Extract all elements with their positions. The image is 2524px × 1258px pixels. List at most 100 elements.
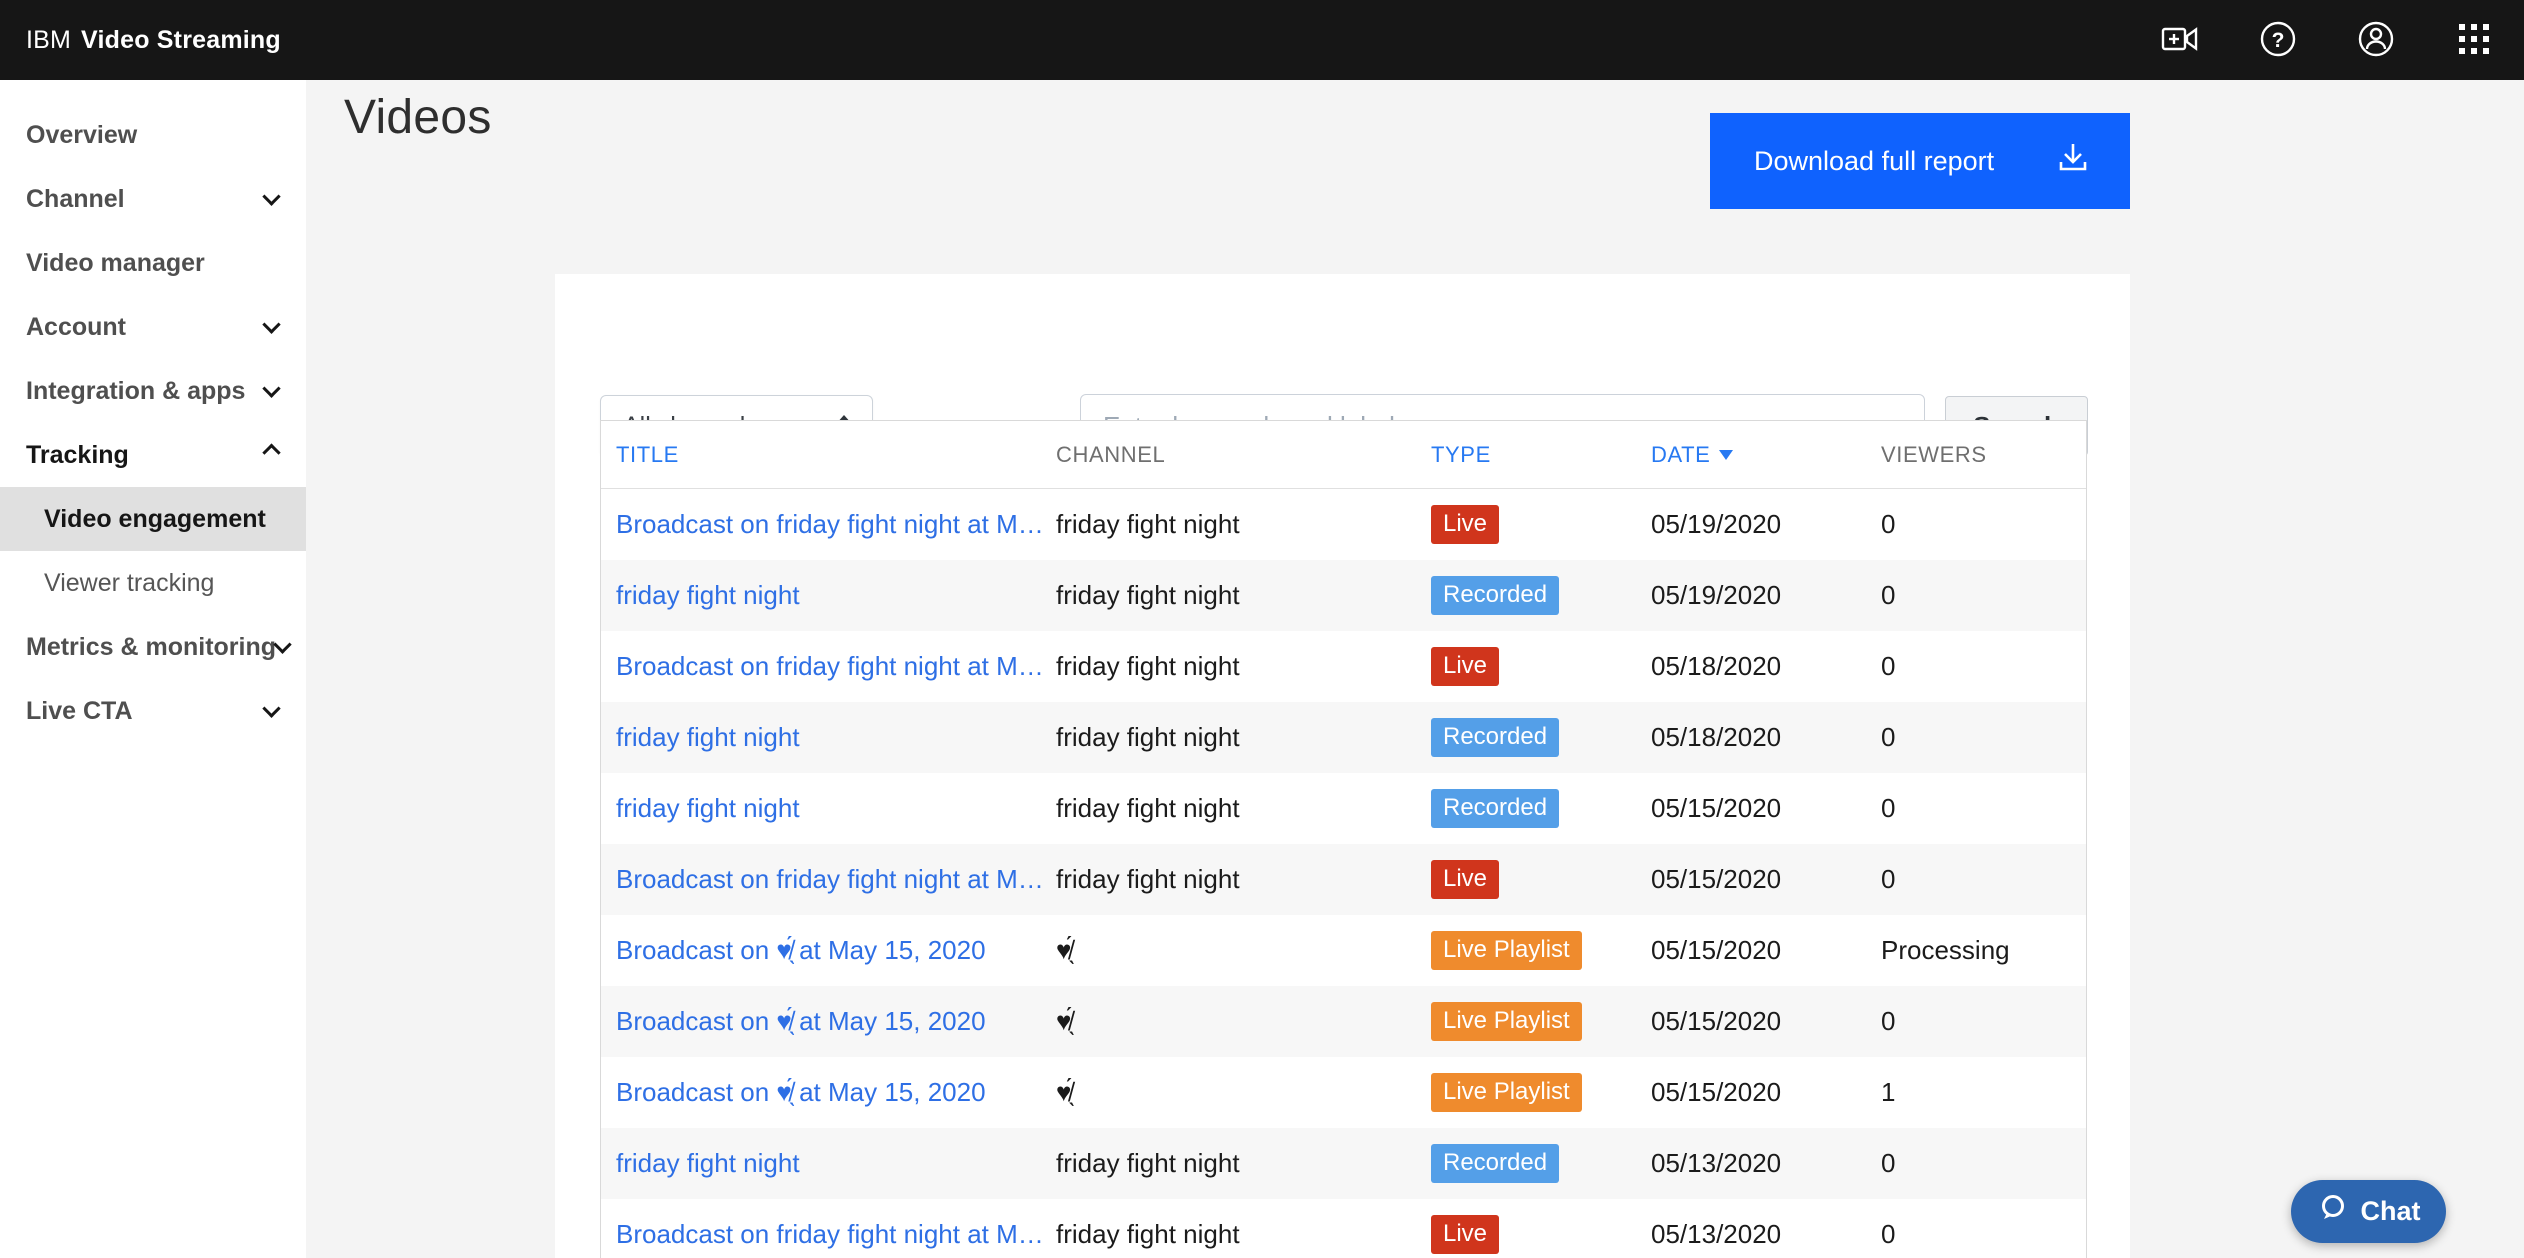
column-header-date[interactable]: DATE [1636,442,1866,468]
download-full-report-button[interactable]: Download full report [1710,113,2130,209]
help-button[interactable]: ? [2258,20,2298,60]
sidebar-item-label: Metrics & monitoring [26,632,277,661]
add-video-button[interactable] [2160,20,2200,60]
sidebar-item-label: Account [26,312,126,341]
sidebar-item-integration-apps[interactable]: Integration & apps [0,359,306,423]
video-title-link[interactable]: Broadcast on friday fight night at M… [616,651,1041,681]
video-title-link[interactable]: friday fight night [616,1148,800,1178]
column-header-title[interactable]: TITLE [601,442,1041,468]
cell-date: 05/15/2020 [1651,1006,1782,1036]
cell-title: friday fight night [601,722,1041,753]
video-title-link[interactable]: Broadcast on ♥̸̖́ at May 15, 2020 [616,1077,986,1107]
add-video-icon [2160,19,2200,62]
sidebar-item-video-manager[interactable]: Video manager [0,231,306,295]
cell-date: 05/13/2020 [1651,1219,1782,1249]
chat-button-label: Chat [2360,1196,2421,1226]
brand-prefix: IBM [26,25,72,54]
column-header-label: VIEWERS [1881,441,1987,467]
video-title-link[interactable]: Broadcast on ♥̸̖́ at May 15, 2020 [616,935,986,965]
table-row: friday fight night friday fight night Reco… [601,702,2086,773]
main-content: Videos Download full report All channels… [306,80,2524,1258]
table-row: Broadcast on ♥̸̖́ at May 15, 2020 ♥̸̖́ Liv… [601,1057,2086,1128]
sidebar-item-channel[interactable]: Channel [0,167,306,231]
cell-title: friday fight night [601,793,1041,824]
cell-title: Broadcast on ♥̸̖́ at May 15, 2020 [601,1006,1041,1037]
column-header-label: TITLE [616,441,679,467]
column-header-viewers[interactable]: VIEWERS [1866,442,2088,468]
app-header: IBM Video Streaming ? [0,0,2524,80]
cell-viewers: 0 [1881,793,1896,823]
chevron-down-icon [262,314,281,334]
video-title-link[interactable]: Broadcast on friday fight night at M… [616,509,1041,539]
sidebar-item-metrics-monitoring[interactable]: Metrics & monitoring [0,615,306,679]
table-row: friday fight night friday fight night Reco… [601,1128,2086,1199]
cell-viewers: 0 [1881,509,1896,539]
video-title-link[interactable]: friday fight night [616,793,800,823]
cell-date: 05/15/2020 [1651,1077,1782,1107]
video-title-link[interactable]: Broadcast on ♥̸̖́ at May 15, 2020 [616,1006,986,1036]
type-badge-live: Live [1431,860,1500,899]
sidebar-item-account[interactable]: Account [0,295,306,359]
cell-viewers: 0 [1881,864,1896,894]
page-title: Videos [344,91,492,144]
column-header-channel[interactable]: CHANNEL [1041,442,1416,468]
column-header-label: TYPE [1431,441,1491,467]
column-header-type[interactable]: TYPE [1416,442,1636,468]
video-title-link[interactable]: friday fight night [616,580,800,610]
help-icon: ? [2258,19,2298,62]
cell-viewers: 0 [1881,580,1896,610]
video-title-link[interactable]: Broadcast on friday fight night at M… [616,1219,1041,1249]
cell-channel: friday fight night [1056,793,1240,823]
cell-channel: friday fight night [1056,1148,1240,1178]
cell-channel: friday fight night [1056,1219,1240,1249]
table-row: friday fight night friday fight night Reco… [601,560,2086,631]
cell-type: Recorded [1416,718,1636,757]
type-badge-recorded: Recorded [1431,576,1560,615]
type-badge-live: Live [1431,1215,1500,1254]
type-badge-recorded: Recorded [1431,789,1560,828]
app-switcher-button[interactable] [2454,20,2494,60]
type-badge-live-playlist: Live Playlist [1431,1073,1582,1112]
cell-title: Broadcast on friday fight night at M… [601,1219,1041,1250]
video-title-link[interactable]: Broadcast on friday fight night at M… [616,864,1041,894]
sidebar-nav: Overview Channel Video manager Account Integ… [0,103,306,743]
cell-title: Broadcast on friday fight night at M… [601,509,1041,540]
cell-viewers: Processing [1881,935,2010,965]
sidebar-item-live-cta[interactable]: Live CTA [0,679,306,743]
chevron-down-icon [262,698,281,718]
cell-channel: friday fight night [1056,864,1240,894]
type-badge-live: Live [1431,647,1500,686]
type-badge-recorded: Recorded [1431,718,1560,757]
table-body: Broadcast on friday fight night at M… fri… [601,489,2086,1258]
cell-viewers: 0 [1881,722,1896,752]
cell-title: friday fight night [601,580,1041,611]
video-title-link[interactable]: friday fight night [616,722,800,752]
sidebar-item-viewer-tracking[interactable]: Viewer tracking [0,551,306,615]
cell-date: 05/19/2020 [1651,580,1782,610]
cell-viewers: 0 [1881,1219,1896,1249]
cell-viewers: 0 [1881,651,1896,681]
cell-viewers: 1 [1881,1077,1896,1107]
sidebar-item-tracking[interactable]: Tracking [0,423,306,487]
header-actions: ? [2160,20,2494,60]
cell-date: 05/13/2020 [1651,1148,1782,1178]
account-button[interactable] [2356,20,2396,60]
table-header-row: TITLE CHANNEL TYPE DATE VIEWERS [601,421,2086,489]
cell-channel: ♥̸̖́ [1056,1006,1072,1036]
sidebar-item-video-engagement[interactable]: Video engagement [0,487,306,551]
cell-channel: friday fight night [1056,509,1240,539]
cell-title: Broadcast on friday fight night at M… [601,864,1041,895]
sidebar-item-overview[interactable]: Overview [0,103,306,167]
chevron-down-icon [273,634,292,654]
cell-date: 05/15/2020 [1651,935,1782,965]
sidebar-item-label: Channel [26,184,125,213]
table-row: friday fight night friday fight night Reco… [601,773,2086,844]
cell-type: Live [1416,1215,1636,1254]
chat-button[interactable]: Chat [2291,1180,2446,1243]
type-badge-live: Live [1431,505,1500,544]
cell-channel: ♥̸̖́ [1056,1077,1072,1107]
cell-date: 05/19/2020 [1651,509,1782,539]
cell-date: 05/15/2020 [1651,793,1782,823]
cell-title: Broadcast on friday fight night at M… [601,651,1041,682]
sidebar-item-label: Live CTA [26,696,133,725]
